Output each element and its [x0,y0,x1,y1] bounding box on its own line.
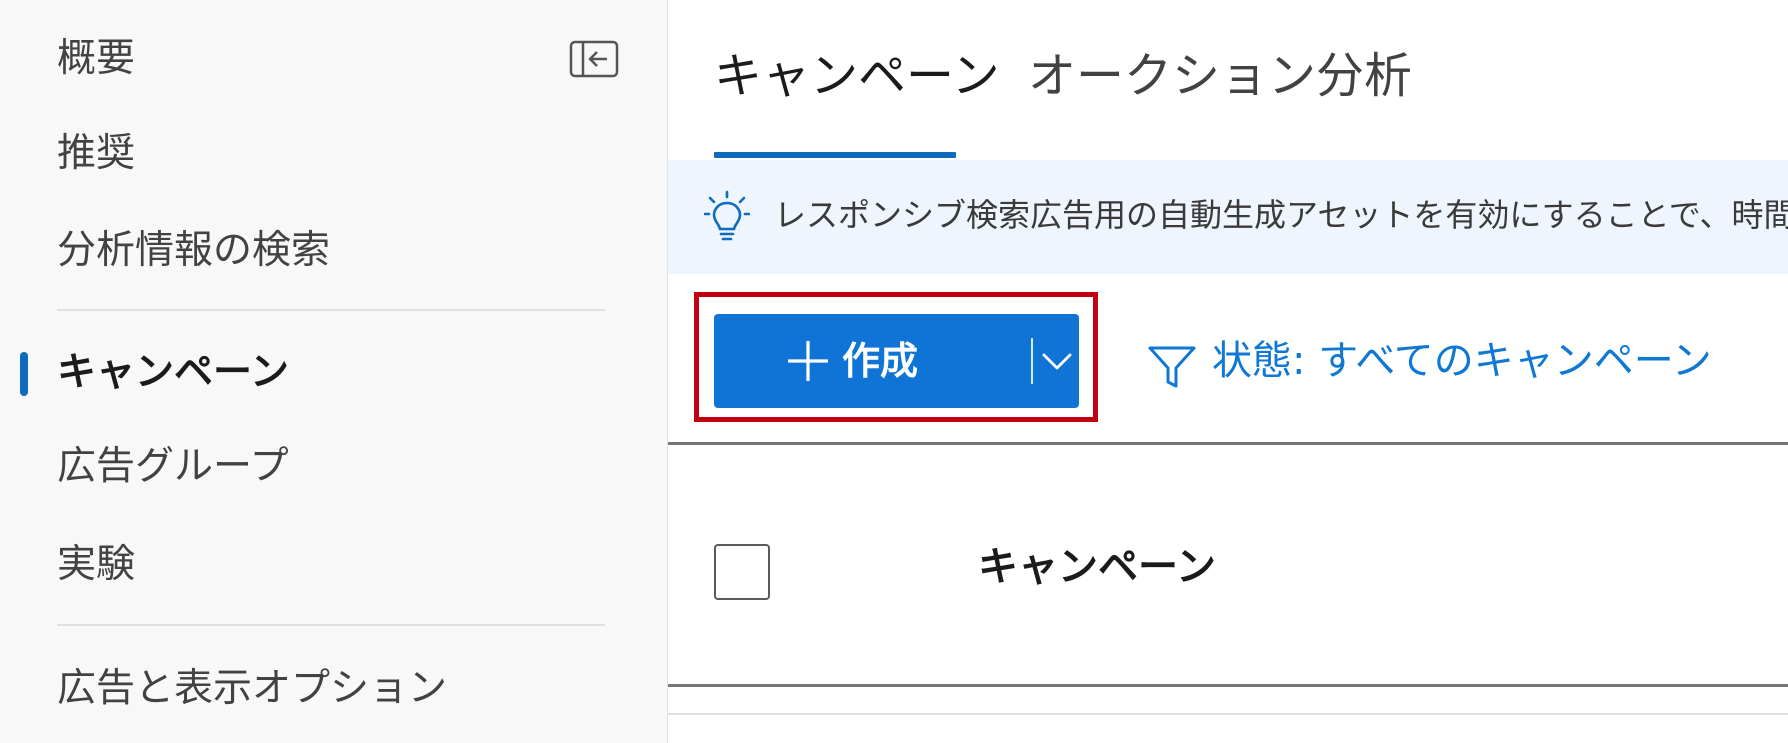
sidebar-item-ad-groups[interactable]: 広告グループ [57,442,289,492]
table-header-bottom-rule [668,684,1788,687]
select-all-checkbox[interactable] [714,544,770,600]
info-banner: レスポンシブ検索広告用の自動生成アセットを有効にすることで、時間を節 [668,160,1788,274]
tab-campaigns[interactable]: キャンペーン [714,44,1000,108]
create-button-label: 作成 [842,339,919,383]
table-row-divider [668,713,1788,715]
tab-active-underline [714,152,956,158]
filter-label: 状態: すべてのキャンペーン [1212,338,1712,384]
create-button[interactable]: 作成 [714,314,1079,408]
sidebar-item-experiments[interactable]: 実験 [57,540,135,590]
filter-icon [1146,342,1198,392]
table-header-rule [668,442,1788,445]
sidebar: 概要 推奨 分析情報の検索 キャンペーン 広告グループ 実験 広告と表示オプショ… [0,0,668,743]
active-indicator [20,352,28,396]
main-content: キャンペーン オークション分析 レスポンシブ検索広告用の自動生成アセットを有効に… [668,0,1788,743]
banner-text: レスポンシブ検索広告用の自動生成アセットを有効にすることで、時間を節 [774,196,1788,234]
sidebar-item-overview[interactable]: 概要 [57,34,135,84]
create-dropdown-button[interactable] [1033,314,1079,408]
sidebar-item-ads-extensions[interactable]: 広告と表示オプション [57,664,447,714]
plus-icon [786,339,830,383]
chevron-down-icon [1041,346,1073,376]
sidebar-divider [57,309,605,311]
sidebar-item-campaigns[interactable]: キャンペーン [57,348,289,398]
column-header-campaign[interactable]: キャンペーン [978,540,1216,594]
sidebar-divider [57,624,605,626]
sidebar-item-insights-search[interactable]: 分析情報の検索 [57,226,330,276]
tab-auction-insights[interactable]: オークション分析 [1028,44,1412,108]
lightbulb-icon [703,190,751,244]
collapse-sidebar-icon[interactable] [569,40,619,78]
sidebar-item-recommendations[interactable]: 推奨 [57,129,135,179]
